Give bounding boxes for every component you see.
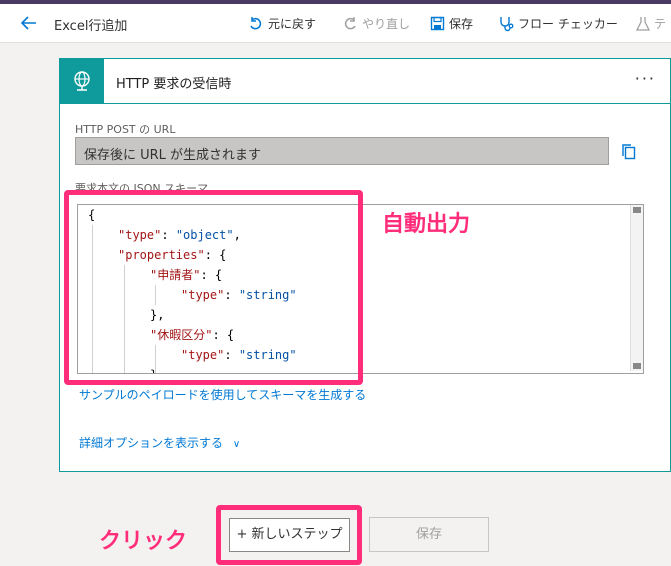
undo-icon (250, 16, 262, 29)
url-field: 保存後に URL が生成されます (75, 137, 609, 165)
redo-button[interactable]: やり直し (342, 15, 410, 32)
save-command-label: 保存 (449, 17, 474, 31)
more-options-button[interactable]: ··· (635, 69, 656, 88)
editor-scrollbar[interactable] (630, 205, 643, 371)
stethoscope-icon (500, 16, 514, 31)
test-button[interactable]: テ (636, 15, 666, 32)
flow-checker-button[interactable]: フロー チェッカー (498, 15, 618, 32)
save-button[interactable]: 保存 (369, 517, 489, 552)
advanced-options-label: 詳細オプションを表示する (79, 436, 224, 450)
trigger-card-header[interactable]: HTTP 要求の受信時 ··· (60, 59, 670, 104)
command-bar: Excel行追加 元に戻す やり直し 保存 フロー チェッカー テ (0, 4, 671, 43)
annotation-click: クリック (99, 529, 188, 554)
save-command-button[interactable]: 保存 (430, 15, 473, 32)
flow-title: Excel行追加 (54, 19, 128, 34)
redo-icon (344, 16, 356, 29)
annotation-auto-output: 自動出力 (382, 212, 471, 237)
trigger-card-title: HTTP 要求の受信時 (116, 77, 232, 92)
highlight-box-new-step (216, 505, 362, 565)
chevron-down-icon: ∨ (232, 439, 241, 450)
flask-icon (636, 16, 650, 31)
highlight-box-schema (64, 190, 363, 385)
undo-label: 元に戻す (268, 17, 317, 31)
show-advanced-options-link[interactable]: 詳細オプションを表示する ∨ (79, 434, 240, 451)
back-arrow-icon[interactable] (18, 12, 40, 34)
scroll-down-icon[interactable] (633, 363, 641, 369)
generate-schema-link[interactable]: サンプルのペイロードを使用してスキーマを生成する (79, 386, 366, 403)
copy-icon[interactable] (621, 143, 637, 161)
test-label: テ (654, 17, 667, 31)
scroll-up-icon[interactable] (633, 207, 641, 213)
redo-label: やり直し (362, 17, 411, 31)
undo-button[interactable]: 元に戻す (248, 15, 316, 32)
url-label: HTTP POST の URL (75, 123, 176, 136)
save-icon (430, 16, 445, 31)
flow-checker-label: フロー チェッカー (518, 17, 618, 31)
globe-trigger-icon (60, 59, 104, 103)
